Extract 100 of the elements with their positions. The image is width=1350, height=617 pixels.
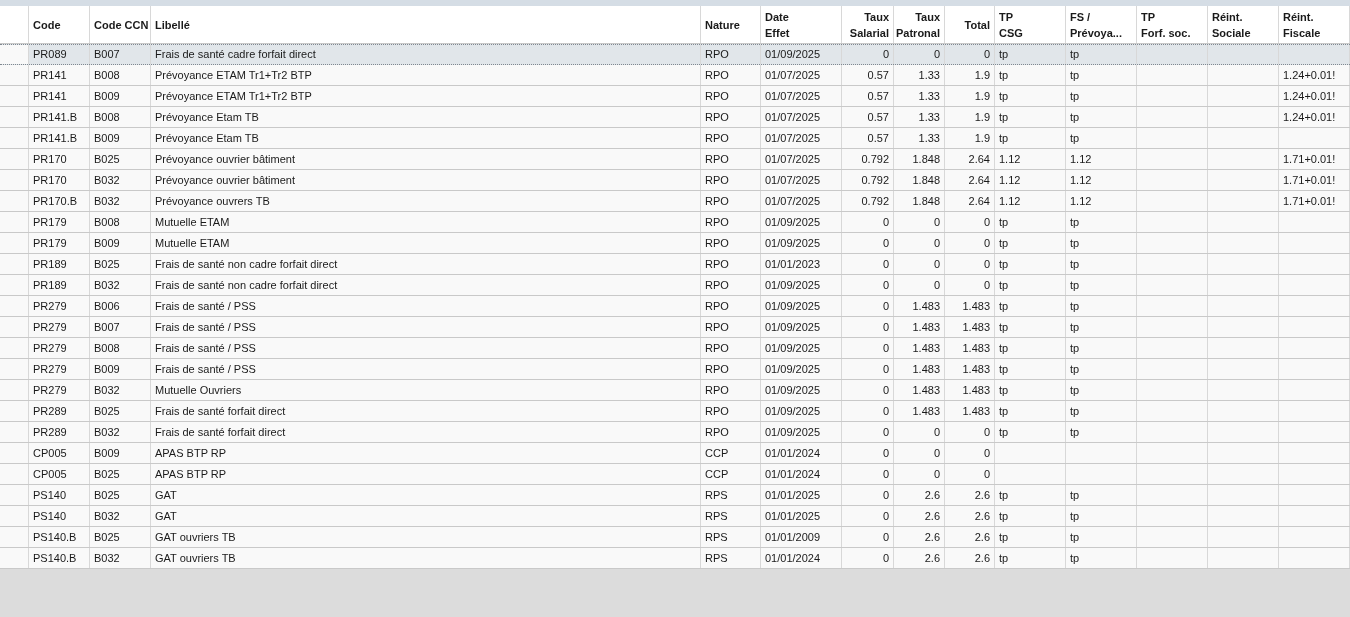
table-cell-text: 1.483 xyxy=(962,382,990,398)
table-row[interactable]: PR189 B032 Frais de santé non cadre forfait direct RPO 01/09/2025 0 0 0 tp tp xyxy=(0,275,1350,296)
table-cell-text: Frais de santé / PSS xyxy=(155,298,256,314)
table-row[interactable]: PR179 B009 Mutuelle ETAM RPO 01/09/2025 0 0 0 tp tp xyxy=(0,233,1350,254)
table-cell-text: 01/01/2024 xyxy=(765,550,821,566)
column-header[interactable]: Total xyxy=(964,16,990,33)
table-cell-text: tp xyxy=(999,235,1009,251)
table-cell-text: tp xyxy=(999,382,1009,398)
table-cell-text: 01/09/2025 xyxy=(765,298,821,314)
table-cell-text: PR089 xyxy=(33,47,67,63)
table-cell-text: B032 xyxy=(94,193,120,209)
table-row[interactable]: PR141.B B009 Prévoyance Etam TB RPO 01/07/2025 0.57 1.33 1.9 tp tp xyxy=(0,128,1350,149)
table-cell-text: 0 xyxy=(933,214,940,230)
table-row[interactable]: PR170 B032 Prévoyance ouvrier bâtiment RPO 01/07/2025 0.792 1.848 2.64 1.12 1.12 1.71+0.01! xyxy=(0,170,1350,191)
table-cell-text: PS140 xyxy=(33,487,67,503)
table-cell-text: RPS xyxy=(705,508,728,524)
table-cell-text: 0 xyxy=(983,47,990,63)
table-cell-text: 01/07/2025 xyxy=(765,130,821,146)
table-cell-text: B025 xyxy=(94,466,120,482)
table-cell-text: 0 xyxy=(933,235,940,251)
table-cell-text: B032 xyxy=(94,424,120,440)
table-row[interactable]: CP005 B009 APAS BTP RP CCP 01/01/2024 0 0 0 xyxy=(0,443,1350,464)
table-cell-text: 0 xyxy=(882,487,889,503)
column-header[interactable]: TP CSG xyxy=(999,8,1023,41)
table-cell-text: 01/01/2024 xyxy=(765,466,821,482)
table-row[interactable]: PR279 B007 Frais de santé / PSS RPO 01/09/2025 0 1.483 1.483 tp tp xyxy=(0,317,1350,338)
table-cell-text: tp xyxy=(1070,508,1080,524)
table-row[interactable]: PR279 B008 Frais de santé / PSS RPO 01/09/2025 0 1.483 1.483 tp tp xyxy=(0,338,1350,359)
table-cell-text: PR170.B xyxy=(33,193,78,209)
table-row[interactable]: PS140.B B032 GAT ouvriers TB RPS 01/01/2024 0 2.6 2.6 tp tp xyxy=(0,548,1350,569)
table-cell-text: tp xyxy=(999,109,1009,125)
table-row[interactable]: PR141 B009 Prévoyance ETAM Tr1+Tr2 BTP RPO 01/07/2025 0.57 1.33 1.9 tp tp 1.24+0.01! xyxy=(0,86,1350,107)
table-cell-text: 0 xyxy=(882,529,889,545)
table-cell-text: 01/09/2025 xyxy=(765,214,821,230)
table-cell-text: 01/09/2025 xyxy=(765,235,821,251)
table-cell-text: Prévoyance ETAM Tr1+Tr2 BTP xyxy=(155,88,312,104)
column-header[interactable]: Réint. Fiscale xyxy=(1283,8,1321,41)
table-cell-text: 1.33 xyxy=(918,67,940,83)
table-cell-text: Frais de santé non cadre forfait direct xyxy=(155,256,338,272)
table-row[interactable]: PR170.B B032 Prévoyance ouvrers TB RPO 01/07/2025 0.792 1.848 2.64 1.12 1.12 1.71+0.01! xyxy=(0,191,1350,212)
table-cell-text: 01/09/2025 xyxy=(765,340,821,356)
table-cell-text: tp xyxy=(1070,235,1080,251)
table-cell-text: tp xyxy=(999,130,1009,146)
column-header[interactable]: TP Forf. soc. xyxy=(1141,8,1191,41)
table-cell-text: 1.71+0.01! xyxy=(1283,172,1336,188)
column-header[interactable]: Taux Salarial xyxy=(849,8,889,41)
table-cell-text: tp xyxy=(1070,67,1080,83)
table-row[interactable]: PR279 B009 Frais de santé / PSS RPO 01/09/2025 0 1.483 1.483 tp tp xyxy=(0,359,1350,380)
table-row[interactable]: PR089 B007 Frais de santé cadre forfait direct RPO 01/09/2025 0 0 0 tp tp xyxy=(0,44,1350,65)
table-cell-text: 0 xyxy=(882,361,889,377)
table-cell-text: CP005 xyxy=(33,466,67,482)
table-cell-text: tp xyxy=(1070,340,1080,356)
table-cell-text: Prévoyance ouvrers TB xyxy=(155,193,270,209)
column-header[interactable]: Réint. Sociale xyxy=(1212,8,1251,41)
column-header[interactable]: Date Effet xyxy=(765,8,790,41)
column-header[interactable]: Libellé xyxy=(155,16,190,33)
table-cell-text: 0 xyxy=(983,445,990,461)
table-cell-text: B009 xyxy=(94,88,120,104)
table-row[interactable]: PR179 B008 Mutuelle ETAM RPO 01/09/2025 0 0 0 tp tp xyxy=(0,212,1350,233)
table-row[interactable]: PR170 B025 Prévoyance ouvrier bâtiment RPO 01/07/2025 0.792 1.848 2.64 1.12 1.12 1.71+0.01! xyxy=(0,149,1350,170)
table-row[interactable]: PR141.B B008 Prévoyance Etam TB RPO 01/07/2025 0.57 1.33 1.9 tp tp 1.24+0.01! xyxy=(0,107,1350,128)
table-cell-text: 1.24+0.01! xyxy=(1283,67,1336,83)
column-header[interactable]: Code CCN xyxy=(94,16,149,33)
table-cell-text: 1.33 xyxy=(918,109,940,125)
table-cell-text: 01/07/2025 xyxy=(765,193,821,209)
table-cell-text: PS140.B xyxy=(33,529,77,545)
table-row[interactable]: PR279 B006 Frais de santé / PSS RPO 01/09/2025 0 1.483 1.483 tp tp xyxy=(0,296,1350,317)
column-header[interactable]: FS / Prévoya... xyxy=(1070,8,1122,41)
table-cell-text: tp xyxy=(999,550,1009,566)
table-cell-text: B032 xyxy=(94,172,120,188)
table-cell-text: 0 xyxy=(933,47,940,63)
table-cell-text: B025 xyxy=(94,151,120,167)
table-row[interactable]: CP005 B025 APAS BTP RP CCP 01/01/2024 0 0 0 xyxy=(0,464,1350,485)
table-row[interactable]: PR279 B032 Mutuelle Ouvriers RPO 01/09/2025 0 1.483 1.483 tp tp xyxy=(0,380,1350,401)
table-row[interactable]: PR141 B008 Prévoyance ETAM Tr1+Tr2 BTP RPO 01/07/2025 0.57 1.33 1.9 tp tp 1.24+0.01! xyxy=(0,65,1350,86)
table-cell-text: RPS xyxy=(705,529,728,545)
table-row[interactable]: PR289 B032 Frais de santé forfait direct RPO 01/09/2025 0 0 0 tp tp xyxy=(0,422,1350,443)
table-cell-text: APAS BTP RP xyxy=(155,445,227,461)
column-header[interactable]: Nature xyxy=(705,16,740,33)
table-cell-text: 01/09/2025 xyxy=(765,47,821,63)
table-cell-text: 0 xyxy=(882,235,889,251)
table-cell-text: CCP xyxy=(705,445,729,461)
table-cell-text: 2.6 xyxy=(924,508,940,524)
table-cell-text: 01/09/2025 xyxy=(765,403,821,419)
table-row[interactable]: PR289 B025 Frais de santé forfait direct RPO 01/09/2025 0 1.483 1.483 tp tp xyxy=(0,401,1350,422)
table-row[interactable]: PR189 B025 Frais de santé non cadre forfait direct RPO 01/01/2023 0 0 0 tp tp xyxy=(0,254,1350,275)
table-cell-text: 1.12 xyxy=(1070,172,1092,188)
table-cell-text: tp xyxy=(999,214,1009,230)
table-row[interactable]: PS140.B B025 GAT ouvriers TB RPS 01/01/2009 0 2.6 2.6 tp tp xyxy=(0,527,1350,548)
column-header[interactable]: Taux Patronal xyxy=(896,8,940,41)
table-cell-text: RPO xyxy=(705,109,729,125)
table-cell-text: tp xyxy=(1070,277,1080,293)
column-header[interactable]: Code xyxy=(33,16,61,33)
table-cell-text: tp xyxy=(999,67,1009,83)
table-cell-text: RPO xyxy=(705,277,729,293)
table-cell-text: 1.24+0.01! xyxy=(1283,109,1336,125)
table-cell-text: B032 xyxy=(94,550,120,566)
table-row[interactable]: PS140 B032 GAT RPS 01/01/2025 0 2.6 2.6 tp tp xyxy=(0,506,1350,527)
table-cell-text: RPO xyxy=(705,319,729,335)
table-row[interactable]: PS140 B025 GAT RPS 01/01/2025 0 2.6 2.6 tp tp xyxy=(0,485,1350,506)
